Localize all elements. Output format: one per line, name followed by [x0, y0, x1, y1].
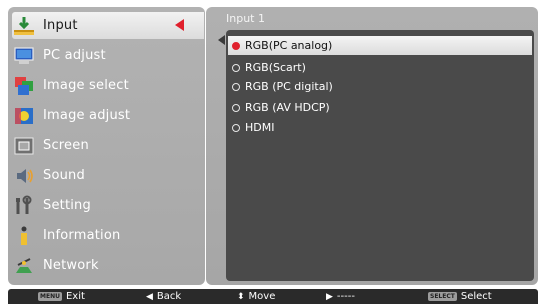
menu-item-image-select[interactable]: Image select [12, 72, 204, 99]
option-label: RGB(PC analog) [245, 39, 333, 52]
image-select-icon [15, 76, 33, 95]
up-down-arrow-icon: ⬍ [237, 291, 245, 302]
button-hint-bar: MENU Exit ◀ Back ⬍ Move ▶ ----- SELECT S… [8, 289, 538, 304]
submenu-title: Input 1 [226, 12, 265, 25]
input-options-list: RGB(PC analog) RGB(Scart) RGB (PC digita… [218, 30, 534, 281]
menu-item-label: Image adjust [43, 108, 131, 123]
menu-item-label: PC adjust [43, 48, 106, 63]
option-hdmi[interactable]: HDMI [228, 118, 532, 137]
menu-item-input[interactable]: Input [12, 12, 204, 39]
menu-item-label: Image select [43, 78, 129, 93]
hint-exit: MENU Exit [38, 290, 85, 303]
option-rgb-pc-analog[interactable]: RGB(PC analog) [228, 36, 532, 55]
menu-item-label: Input [43, 18, 78, 33]
menu-item-label: Screen [43, 138, 89, 153]
main-menu-panel: Input PC adjust Image select Image adjus… [8, 7, 205, 285]
option-rgb-pc-digital[interactable]: RGB (PC digital) [228, 77, 532, 96]
radio-icon [232, 82, 240, 91]
radio-icon [232, 103, 240, 112]
information-icon [21, 226, 27, 245]
option-label: RGB(Scart) [245, 61, 306, 74]
menu-item-network[interactable]: Network [12, 252, 204, 279]
option-rgb-av-hdcp[interactable]: RGB (AV HDCP) [228, 98, 532, 117]
sound-icon [17, 168, 33, 183]
hint-select: SELECT Select [428, 290, 492, 303]
menu-item-screen[interactable]: Screen [12, 132, 204, 159]
select-key-icon: SELECT [428, 292, 457, 301]
menu-item-label: Network [43, 258, 99, 273]
menu-key-icon: MENU [38, 292, 62, 301]
option-rgb-scart[interactable]: RGB(Scart) [228, 58, 532, 77]
screen-icon [14, 137, 34, 154]
hint-back: ◀ Back [146, 290, 181, 303]
menu-item-label: Setting [43, 198, 91, 213]
menu-item-label: Sound [43, 168, 85, 183]
radio-selected-icon [232, 41, 240, 50]
menu-item-pc-adjust[interactable]: PC adjust [12, 42, 204, 69]
menu-item-information[interactable]: Information [12, 222, 204, 249]
menu-item-label: Information [43, 228, 121, 243]
hint-move: ⬍ Move [237, 290, 275, 303]
projector-osd: Input PC adjust Image select Image adjus… [0, 0, 543, 304]
image-adjust-icon [15, 107, 33, 124]
menu-item-image-adjust[interactable]: Image adjust [12, 102, 204, 129]
hint-label: Exit [65, 291, 85, 302]
input-icon [14, 16, 34, 35]
option-label: RGB (AV HDCP) [245, 101, 330, 114]
hint-label: ----- [336, 291, 355, 302]
menu-item-setting[interactable]: Setting [12, 192, 204, 219]
hint-label: Select [460, 291, 492, 302]
option-label: HDMI [245, 121, 275, 134]
pc-adjust-icon [14, 46, 34, 64]
selection-arrow-icon [175, 19, 184, 31]
left-arrow-icon: ◀ [146, 291, 153, 302]
submenu-panel: Input 1 RGB(PC analog) RGB(Scart) RGB (P… [206, 7, 538, 285]
right-arrow-icon: ▶ [326, 291, 333, 302]
option-label: RGB (PC digital) [245, 80, 333, 93]
setting-icon [16, 195, 32, 214]
network-icon [16, 257, 32, 273]
hint-label: Move [248, 291, 276, 302]
hint-label: Back [156, 291, 182, 302]
hint-next: ▶ ----- [326, 290, 355, 303]
pointer-arrow-icon [218, 35, 225, 45]
radio-icon [232, 63, 240, 72]
radio-icon [232, 123, 240, 132]
menu-item-sound[interactable]: Sound [12, 162, 204, 189]
